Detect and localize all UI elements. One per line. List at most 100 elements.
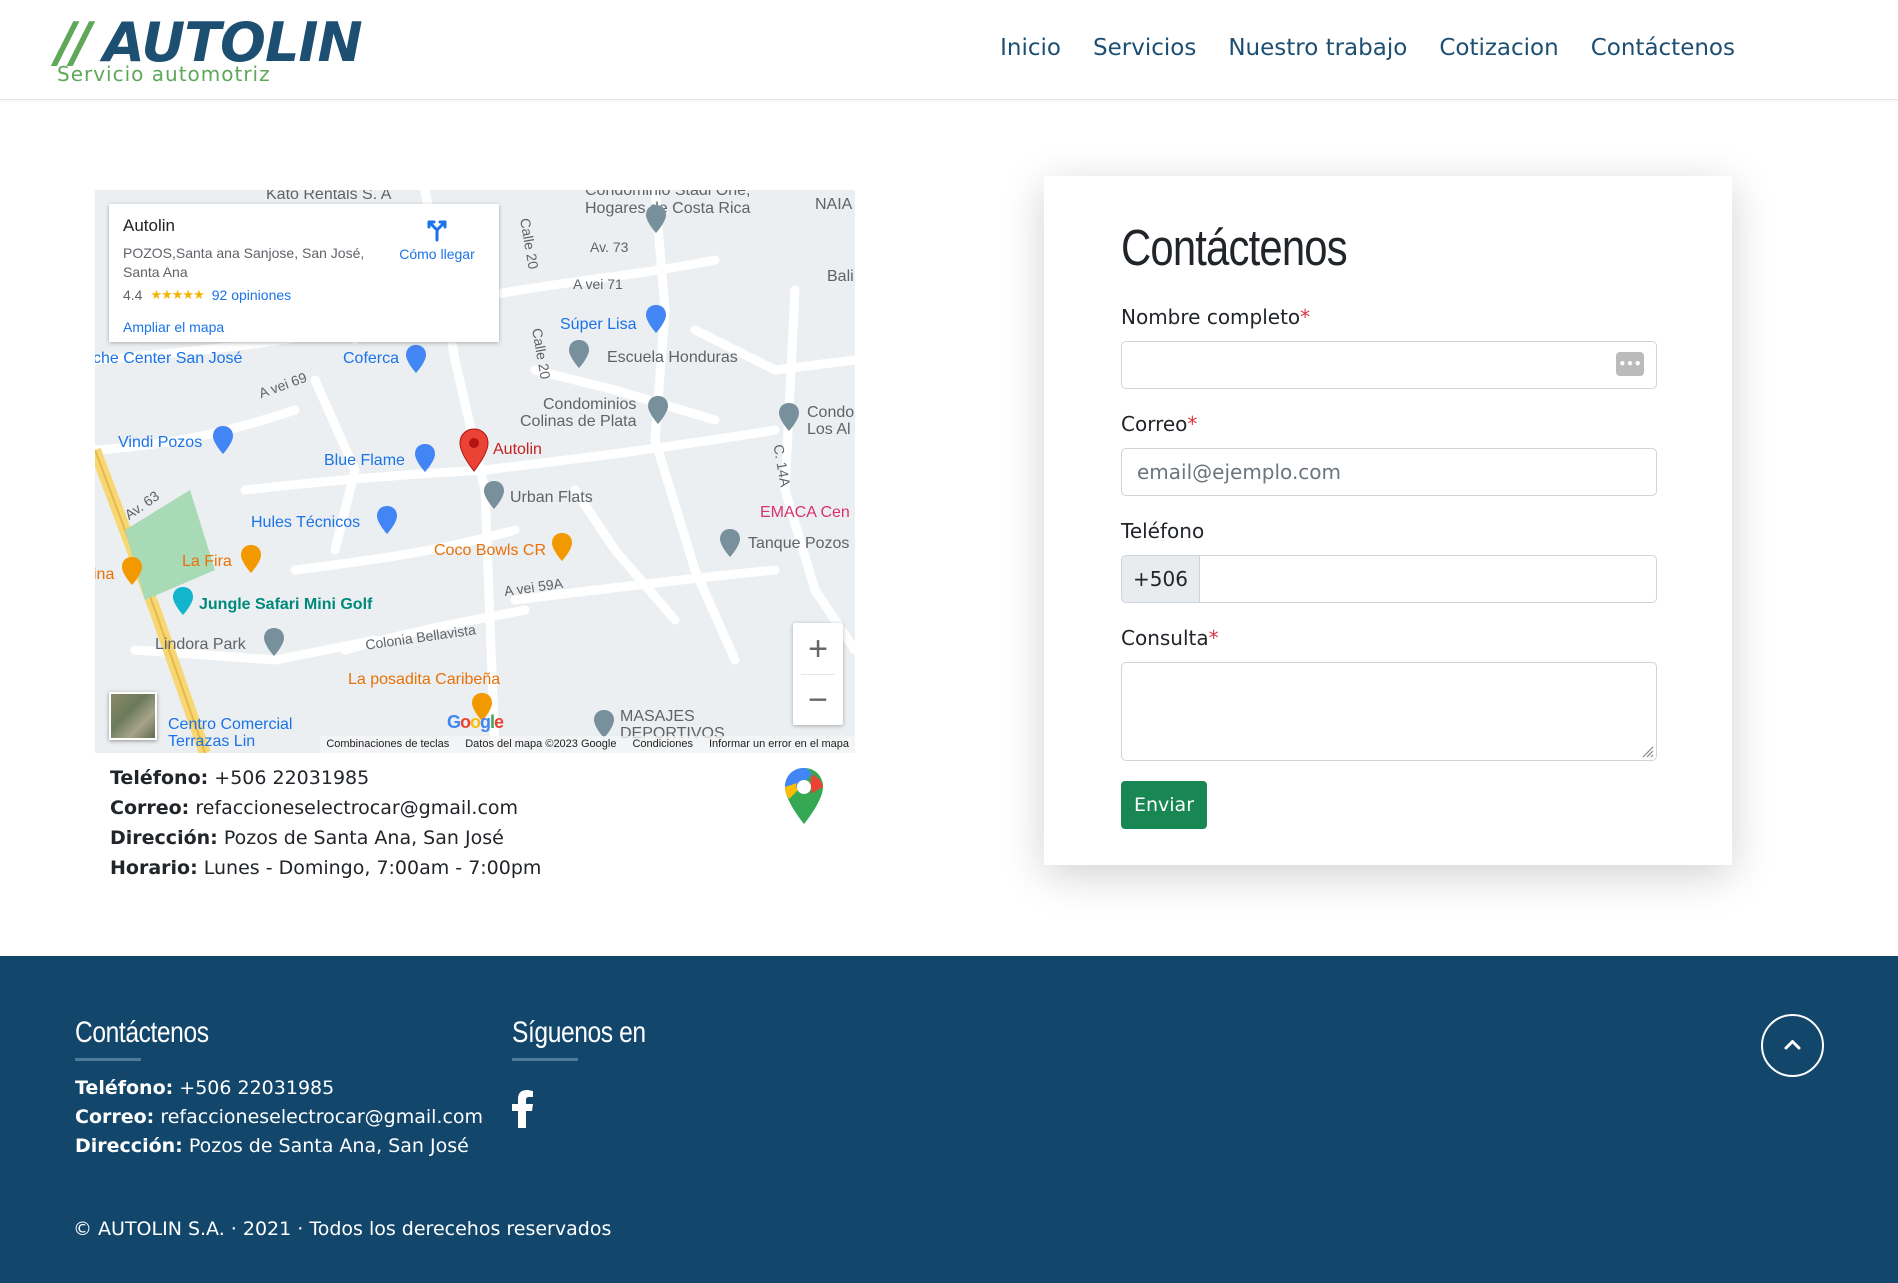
nav-nuestro-trabajo[interactable]: Nuestro trabajo	[1228, 35, 1407, 61]
map-label: Blue Flame	[324, 452, 405, 469]
query-label-text: Consulta	[1121, 626, 1209, 650]
keyboard-shortcuts-link[interactable]: Combinaciones de teclas	[326, 736, 449, 753]
map-label: che Center San José	[95, 350, 243, 367]
map-pin-icon	[648, 396, 668, 424]
map-label: Coferса	[343, 350, 400, 367]
nav-inicio[interactable]: Inicio	[1000, 35, 1061, 61]
map-label: Condominio Stadi One, Hogares de Costa R…	[585, 190, 751, 217]
address-value: Pozos de Santa Ana, San José	[188, 1135, 469, 1157]
map-info-card: Autolin POZOS,Santa ana Sanjose, San Jos…	[109, 204, 499, 342]
google-map[interactable]: Kato Rentals S. A Condominio Stadi One, …	[95, 190, 855, 753]
map-label: Súper Lisa	[560, 316, 637, 333]
email-label: Correo:	[75, 1106, 155, 1128]
map-label: Condominios	[543, 396, 637, 413]
map-label: Bali	[827, 268, 854, 285]
footer-contact-title: Contáctenos	[75, 1016, 209, 1049]
query-label: Consulta*	[1121, 628, 1219, 648]
directions-label: Cómo llegar	[399, 245, 475, 262]
form-title: Contáctenos	[1121, 219, 1348, 276]
name-input[interactable]: •••	[1121, 341, 1657, 389]
zoom-out-button[interactable]: −	[793, 674, 843, 725]
name-label: Nombre completo*	[1121, 307, 1310, 327]
back-to-top-button[interactable]	[1761, 1014, 1824, 1077]
contact-hours: Horario: Lunes - Domingo, 7:00am - 7:00p…	[110, 853, 541, 883]
footer-address: Dirección: Pozos de Santa Ana, San José	[75, 1132, 483, 1161]
query-textarea[interactable]	[1121, 662, 1657, 761]
phone-input[interactable]	[1199, 555, 1657, 603]
email-value: refaccioneselectrocar@gmail.com	[195, 797, 519, 819]
satellite-toggle[interactable]	[109, 692, 157, 740]
map-pin-icon	[377, 506, 397, 534]
reviews-link[interactable]: 92 opiniones	[212, 287, 291, 304]
nav-cotizacion[interactable]: Cotizacion	[1439, 35, 1558, 61]
map-label: Av. 73	[590, 239, 629, 255]
resize-handle-icon[interactable]	[1640, 744, 1654, 758]
map-pin-icon[interactable]	[458, 427, 490, 473]
email-value: refaccioneselectrocar@gmail.com	[160, 1106, 484, 1128]
main-nav: Inicio Servicios Nuestro trabajo Cotizac…	[1000, 35, 1735, 61]
hours-label: Horario:	[110, 857, 198, 879]
name-label-text: Nombre completo	[1121, 305, 1301, 329]
place-rating: 4.4 ★★★★★ 92 opiniones	[123, 287, 485, 304]
map-label: EMACA Cen	[760, 504, 850, 521]
email-label-text: Correo	[1121, 412, 1188, 436]
map-pin-icon	[484, 481, 504, 509]
map-pin-icon	[241, 545, 261, 573]
map-pin-icon	[264, 628, 284, 656]
chevron-up-icon	[1784, 1040, 1801, 1050]
email-label: Correo*	[1121, 414, 1197, 434]
map-attribution: Combinaciones de teclas Datos del mapa ©…	[320, 736, 855, 753]
directions-button[interactable]: Cómo llegar	[393, 218, 481, 263]
map-label: Hules Técnicos	[251, 514, 361, 531]
contact-address: Dirección: Pozos de Santa Ana, San José	[110, 823, 541, 853]
contact-info: Teléfono: +506 22031985 Correo: refaccio…	[110, 763, 541, 883]
logo-tagline: Servicio automotriz	[57, 62, 271, 86]
report-error-link[interactable]: Informar un error en el mapa	[709, 736, 849, 753]
contact-phone: Teléfono: +506 22031985	[110, 763, 541, 793]
map-label: Terrazas Lin	[168, 733, 256, 750]
map-label: Centro Comercial	[168, 716, 293, 733]
map-pin-icon	[406, 345, 426, 373]
directions-icon	[427, 220, 447, 242]
required-marker: *	[1208, 626, 1219, 650]
google-maps-icon[interactable]	[782, 766, 826, 826]
map-label: NAIA	[815, 196, 853, 213]
map-data-text: Datos del mapa ©2023 Google	[465, 738, 617, 750]
map-pin-icon	[569, 340, 589, 368]
facebook-icon[interactable]	[512, 1090, 534, 1128]
footer-phone: Teléfono: +506 22031985	[75, 1074, 483, 1103]
zoom-divider	[801, 674, 835, 675]
zoom-in-button[interactable]: +	[793, 623, 843, 674]
phone-prefix: +506	[1121, 555, 1199, 603]
terms-link[interactable]: Condiciones	[632, 736, 693, 753]
phone-label: Teléfono:	[75, 1077, 174, 1099]
nav-servicios[interactable]: Servicios	[1093, 35, 1196, 61]
phone-label: Teléfono	[1121, 519, 1205, 543]
logo[interactable]: // AUTOLIN Servicio automotriz	[56, 12, 363, 88]
map-pin-icon	[646, 205, 666, 233]
map-label: Urban Flats	[510, 489, 593, 506]
map-label-autolin[interactable]: Autolin	[493, 441, 542, 459]
map-label: Kato Rentals S. A	[266, 190, 392, 203]
email-input[interactable]: email@ejemplo.com	[1121, 448, 1657, 496]
footer-follow-title: Síguenos en	[512, 1016, 646, 1049]
rating-stars: ★★★★★	[150, 287, 204, 303]
submit-button[interactable]: Enviar	[1121, 781, 1207, 829]
footer-title-underline	[75, 1058, 141, 1061]
footer-title-underline	[512, 1058, 578, 1061]
expand-map-link[interactable]: Ampliar el mapa	[123, 320, 224, 334]
map-pin-icon	[213, 426, 233, 454]
address-value: Pozos de Santa Ana, San José	[223, 827, 504, 849]
map-label: A vei 71	[573, 276, 623, 292]
map-pin-icon	[415, 444, 435, 472]
site-header: // AUTOLIN Servicio automotriz Inicio Se…	[0, 0, 1898, 100]
map-label: Los Al	[807, 421, 851, 438]
footer-contact-info: Teléfono: +506 22031985 Correo: refaccio…	[75, 1074, 483, 1161]
place-address: POZOS,Santa ana Sanjose, San José, Santa…	[123, 245, 365, 280]
map-label: Condo	[807, 404, 855, 421]
phone-value: +506 22031985	[179, 1077, 335, 1099]
map-pin-icon	[779, 403, 799, 431]
nav-contactenos[interactable]: Contáctenos	[1591, 35, 1735, 61]
map-pin-icon	[720, 529, 740, 557]
autofill-icon[interactable]: •••	[1616, 352, 1644, 376]
